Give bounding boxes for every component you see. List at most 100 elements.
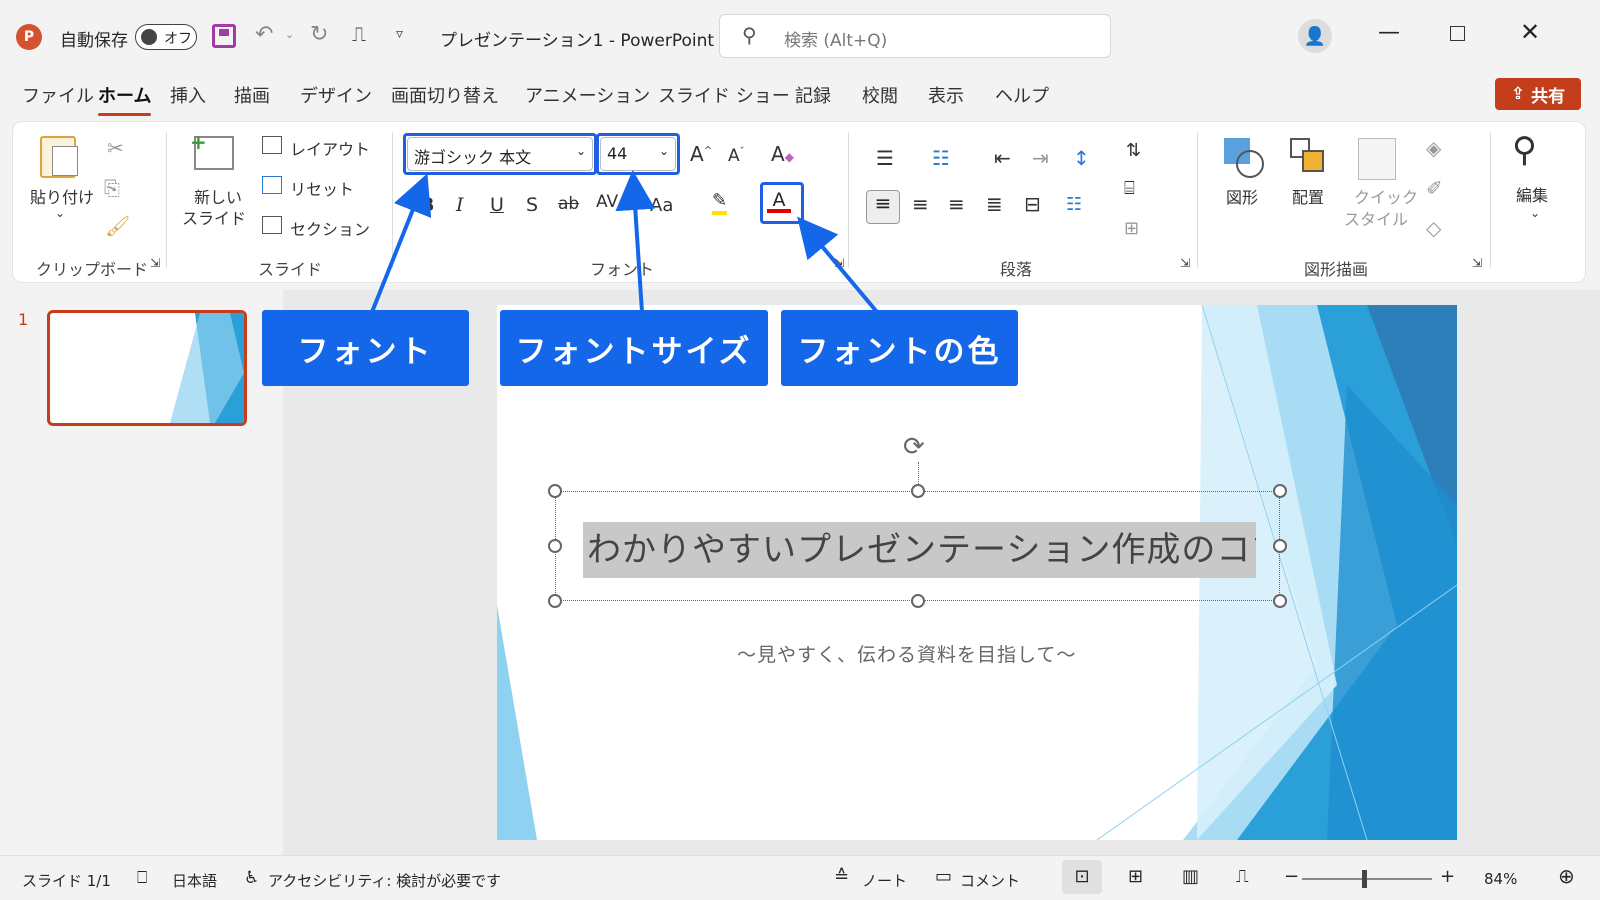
quick-styles-button-line2[interactable]: スタイル	[1344, 206, 1408, 230]
paste-button[interactable]: 貼り付け	[30, 184, 94, 208]
resize-handle[interactable]	[548, 484, 562, 498]
tab-design[interactable]: デザイン	[300, 82, 372, 108]
autosave-toggle[interactable]: オフ	[135, 24, 197, 50]
resize-handle[interactable]	[1273, 539, 1287, 553]
align-center-icon[interactable]: ≡	[912, 192, 929, 216]
tab-help[interactable]: ヘルプ	[995, 82, 1049, 108]
new-slide-icon[interactable]: +	[190, 130, 234, 170]
shape-outline-icon[interactable]: ✐	[1426, 176, 1443, 200]
account-avatar-icon[interactable]: 👤	[1298, 19, 1332, 53]
tab-view[interactable]: 表示	[928, 82, 964, 108]
align-text-icon[interactable]: ⌸	[1124, 178, 1135, 199]
comments-icon[interactable]: ▭	[935, 866, 952, 887]
reset-button[interactable]: リセット	[290, 176, 354, 200]
strikethrough-button[interactable]: ab	[558, 194, 579, 214]
paste-dropdown-icon[interactable]: ⌄	[55, 206, 65, 220]
search-box[interactable]: ⚲ 検索 (Alt+Q)	[719, 14, 1111, 58]
font-launcher-icon[interactable]: ⇲	[834, 256, 844, 270]
editing-button[interactable]: 編集	[1516, 182, 1548, 206]
slideshow-view-icon[interactable]: ⎍	[1236, 866, 1249, 887]
tab-slideshow[interactable]: スライド ショー	[658, 82, 790, 108]
italic-button[interactable]: I	[456, 194, 464, 216]
decrease-font-size-icon[interactable]: Aˇ	[728, 146, 745, 166]
layout-button[interactable]: レイアウト	[290, 136, 370, 160]
slide-subtitle[interactable]: ～見やすく、伝わる資料を目指して～	[737, 640, 1076, 667]
drawing-launcher-icon[interactable]: ⇲	[1472, 256, 1482, 270]
highlight-color-icon[interactable]: ✎	[712, 190, 728, 215]
clear-formatting-icon[interactable]: A◆	[771, 142, 794, 166]
slide-thumbnail[interactable]	[47, 310, 247, 426]
quick-styles-button[interactable]: クイック	[1354, 184, 1418, 208]
new-slide-button-line2[interactable]: スライド	[182, 205, 246, 229]
tab-record[interactable]: 記録	[795, 82, 831, 108]
redo-icon[interactable]: ↻	[310, 22, 328, 47]
resize-handle[interactable]	[548, 539, 562, 553]
bullets-icon[interactable]: ☰	[876, 146, 894, 170]
zoom-slider[interactable]	[1302, 870, 1432, 888]
accessibility-icon[interactable]: ♿	[244, 868, 259, 888]
paragraph-launcher-icon[interactable]: ⇲	[1180, 256, 1190, 270]
cut-icon[interactable]: ✂	[107, 136, 124, 160]
quick-styles-icon[interactable]	[1358, 138, 1396, 180]
normal-view-button[interactable]: ⊡	[1062, 860, 1102, 894]
underline-button[interactable]: U	[490, 194, 504, 216]
editing-dropdown-icon[interactable]: ⌄	[1530, 206, 1540, 220]
justify-icon[interactable]: ≣	[986, 192, 1003, 216]
find-icon[interactable]: ⚲	[1512, 130, 1537, 170]
tab-review[interactable]: 校閲	[862, 82, 898, 108]
customize-qat-icon[interactable]: ▿	[396, 26, 403, 42]
section-icon[interactable]	[262, 216, 282, 234]
spellcheck-icon[interactable]: ⎕	[137, 868, 147, 888]
clipboard-launcher-icon[interactable]: ⇲	[150, 256, 160, 270]
numbering-icon[interactable]: ☷	[932, 146, 950, 170]
resize-handle[interactable]	[911, 484, 925, 498]
shapes-icon[interactable]	[1224, 138, 1266, 180]
distributed-icon[interactable]: ⊟	[1024, 192, 1041, 216]
arrange-button[interactable]: 配置	[1292, 184, 1324, 208]
shape-fill-icon[interactable]: ◈	[1426, 136, 1441, 160]
copy-icon[interactable]: ⎘	[104, 176, 120, 200]
shape-effects-icon[interactable]: ◇	[1426, 216, 1441, 240]
section-button[interactable]: セクション	[290, 216, 370, 240]
tab-animations[interactable]: アニメーション	[525, 82, 650, 108]
line-spacing-icon[interactable]: ↕	[1073, 146, 1090, 170]
tab-draw[interactable]: 描画	[234, 82, 270, 108]
columns-icon[interactable]: ☷	[1066, 194, 1082, 215]
zoom-level[interactable]: 84%	[1484, 870, 1517, 888]
character-spacing-icon[interactable]: AV	[596, 192, 618, 212]
resize-handle[interactable]	[1273, 594, 1287, 608]
change-case-button[interactable]: Aa	[650, 195, 673, 216]
decrease-indent-icon[interactable]: ⇤	[994, 146, 1011, 170]
paste-icon[interactable]	[40, 136, 78, 178]
present-icon[interactable]: ⎍	[352, 22, 366, 46]
layout-icon[interactable]	[262, 136, 282, 154]
resize-handle[interactable]	[548, 594, 562, 608]
shapes-button[interactable]: 図形	[1226, 184, 1258, 208]
save-icon[interactable]	[212, 24, 236, 48]
slide-sorter-icon[interactable]: ⊞	[1128, 866, 1143, 887]
increase-indent-icon[interactable]: ⇥	[1032, 146, 1049, 170]
format-painter-icon[interactable]: 🖌	[105, 214, 130, 238]
tab-home[interactable]: ホーム	[98, 82, 152, 116]
bold-button[interactable]: B	[420, 194, 434, 216]
tab-transitions[interactable]: 画面切り替え	[391, 82, 499, 108]
accessibility-status[interactable]: アクセシビリティ: 検討が必要です	[268, 870, 501, 891]
share-button[interactable]: ⇪ 共有	[1495, 78, 1581, 110]
tab-insert[interactable]: 挿入	[170, 82, 206, 108]
reset-icon[interactable]	[262, 176, 282, 194]
zoom-in-icon[interactable]: +	[1440, 866, 1455, 887]
language-status[interactable]: 日本語	[172, 870, 217, 891]
close-icon[interactable]: ✕	[1520, 18, 1540, 46]
smartart-icon[interactable]: ⊞	[1124, 218, 1139, 239]
align-right-icon[interactable]: ≡	[948, 192, 965, 216]
align-left-button[interactable]: ≡	[866, 190, 900, 224]
notes-icon[interactable]: ≙	[834, 866, 849, 887]
zoom-out-icon[interactable]: −	[1284, 866, 1299, 887]
resize-handle[interactable]	[1273, 484, 1287, 498]
arrange-icon[interactable]	[1290, 138, 1330, 178]
rotate-handle-icon[interactable]: ⟳	[903, 432, 925, 462]
shadow-button[interactable]: S	[526, 194, 538, 216]
fit-to-window-icon[interactable]: ⊕	[1558, 864, 1575, 888]
minimize-icon[interactable]: —	[1378, 20, 1400, 45]
comments-button[interactable]: コメント	[960, 870, 1020, 891]
